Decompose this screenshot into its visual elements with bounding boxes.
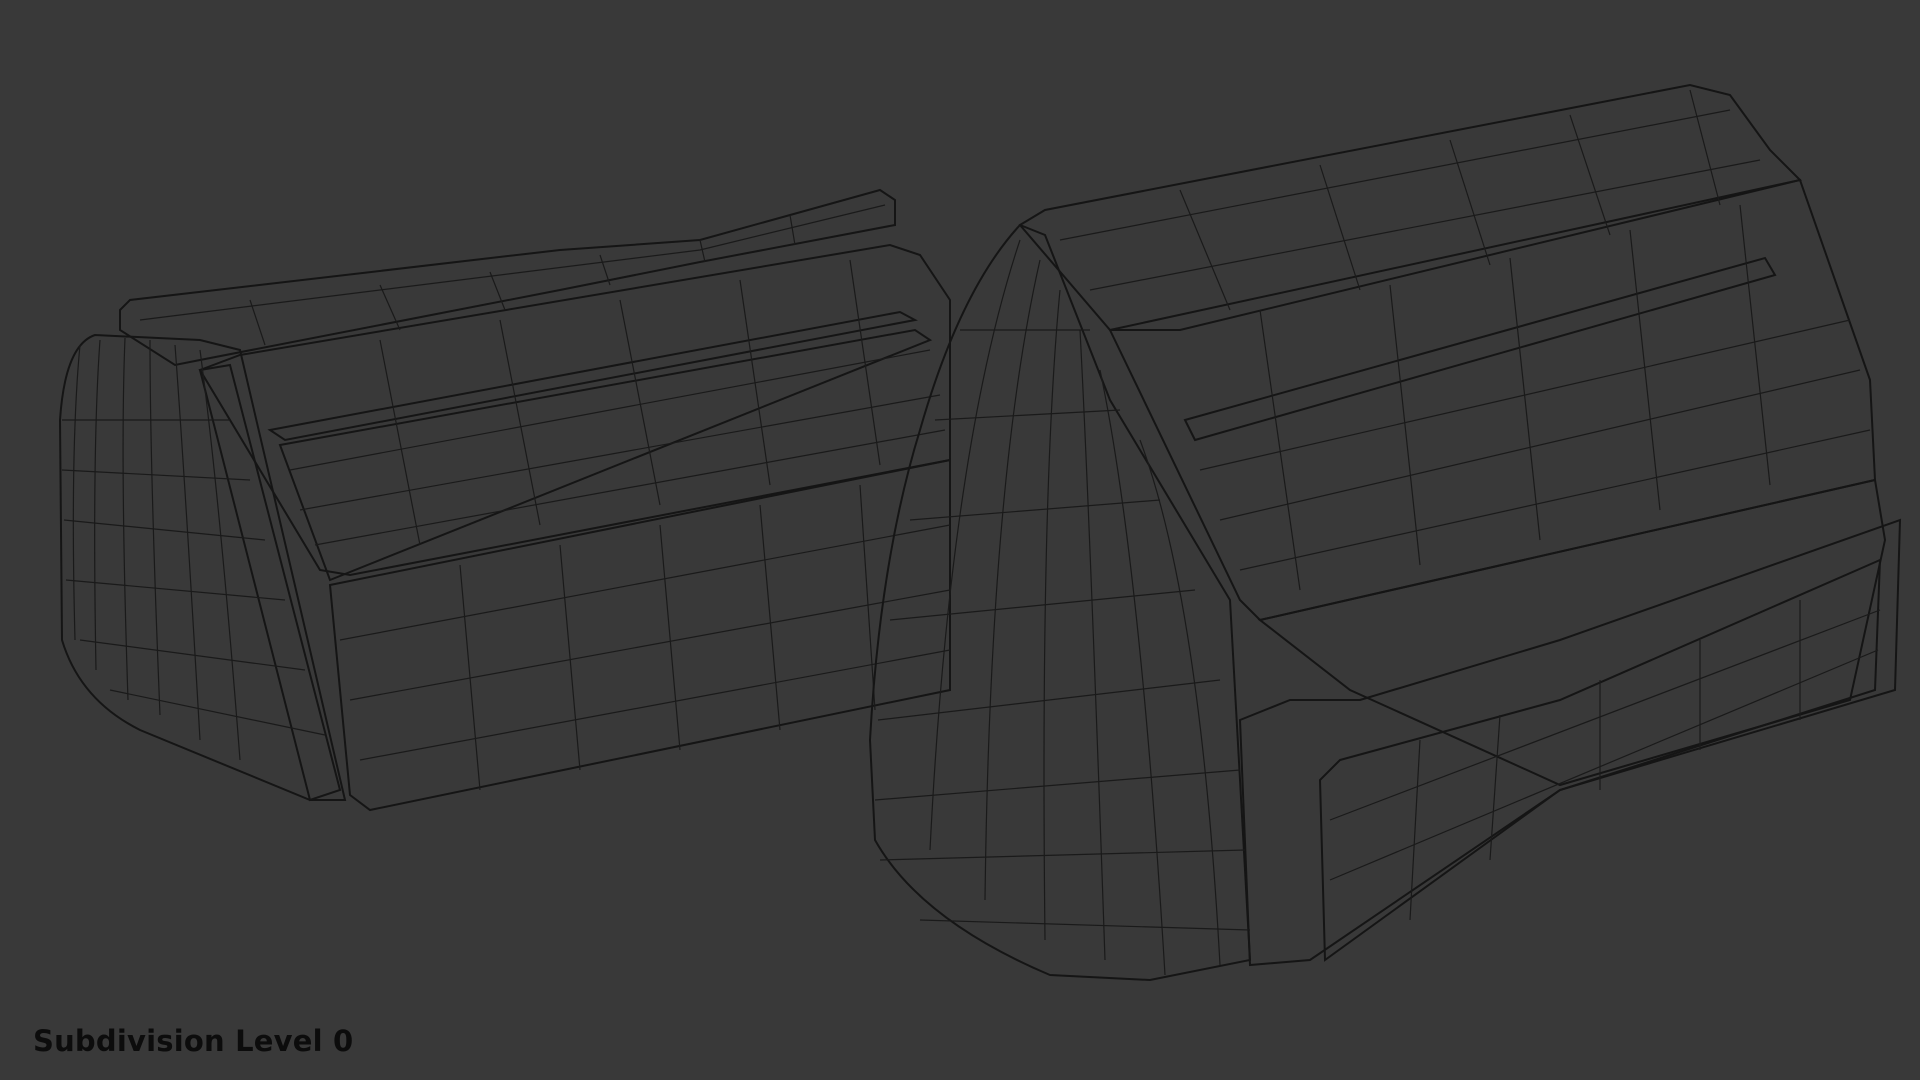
- 3d-viewport[interactable]: Subdivision Level 0: [0, 0, 1920, 1080]
- left-mesh-object[interactable]: [58, 188, 951, 812]
- mesh-scene[interactable]: [0, 0, 1920, 1080]
- right-mesh-object[interactable]: [868, 83, 1902, 982]
- subdivision-level-label: Subdivision Level 0: [33, 1024, 354, 1058]
